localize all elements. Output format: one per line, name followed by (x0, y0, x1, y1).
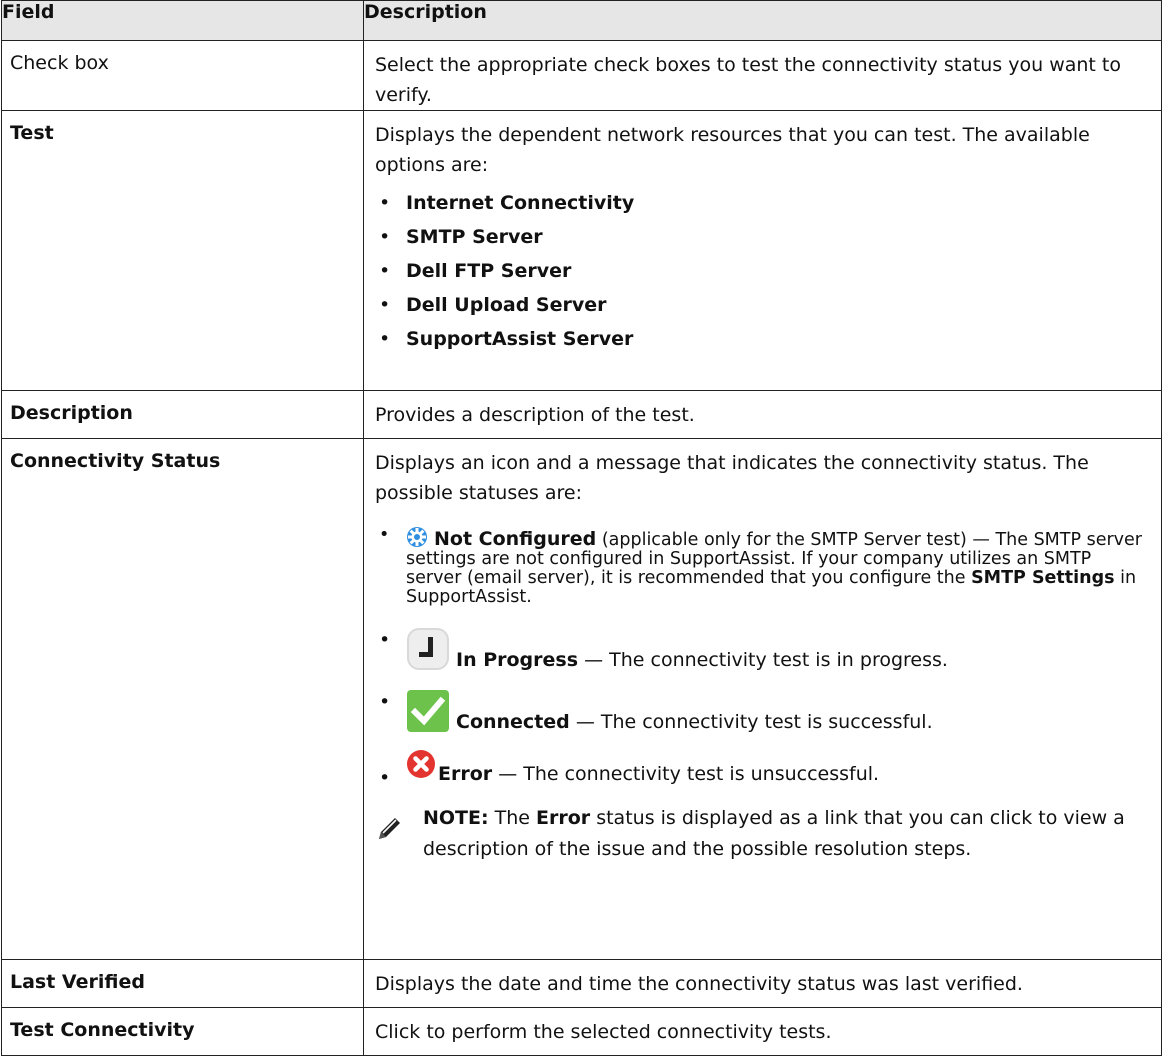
description-cell: Provides a description of the test. (363, 390, 1162, 439)
field-description-table: Field Description Check box Select the a… (1, 0, 1162, 1056)
status-label: Error (438, 763, 493, 785)
option-label: Internet Connectivity (406, 192, 635, 214)
note-text: NOTE: The Error status is displayed as a… (423, 803, 1151, 865)
list-item: • Dell FTP Server (379, 260, 572, 282)
status-label: In Progress (456, 649, 579, 671)
status-item-not-configured: • Not Configured (applicable only for th… (379, 525, 1142, 607)
status-label: Not Configured (434, 528, 597, 550)
table-row-test: Test Displays the dependent network reso… (1, 110, 1162, 391)
field-cell: Last Verified (1, 959, 364, 1008)
emphasis-text: Error (536, 807, 591, 829)
table-row-description: Description Provides a description of th… (1, 390, 1162, 439)
note-box: NOTE: The Error status is displayed as a… (375, 803, 1151, 871)
description-text: Displays an icon and a message that indi… (375, 452, 1089, 504)
description-text: Provides a description of the test. (375, 404, 695, 426)
description-text: Displays the dependent network resources… (375, 124, 1090, 176)
description-text: Select the appropriate check boxes to te… (375, 54, 1121, 106)
table-row-last-verified: Last Verified Displays the date and time… (1, 959, 1162, 1008)
status-item-connected: • Connected — The connectivity test is s… (379, 690, 933, 733)
list-item: • SupportAssist Server (379, 328, 634, 350)
option-label: SMTP Server (406, 226, 543, 248)
list-item: • SMTP Server (379, 226, 543, 248)
option-label: SupportAssist Server (406, 328, 634, 350)
description-cell: Select the appropriate check boxes to te… (363, 40, 1162, 111)
table-row-connectivity-status: Connectivity Status Displays an icon and… (1, 438, 1162, 960)
field-cell: Check box (1, 40, 364, 111)
status-label: Connected (456, 711, 570, 733)
list-item: • Dell Upload Server (379, 294, 607, 316)
checkmark-icon (407, 690, 449, 732)
status-text: — The connectivity test is in progress. (578, 649, 948, 671)
table-row-test-connectivity: Test Connectivity Click to perform the s… (1, 1007, 1162, 1056)
error-icon (407, 750, 435, 778)
clock-icon (407, 628, 449, 670)
description-text: Click to perform the selected connectivi… (375, 1021, 832, 1043)
header-description: Description (363, 0, 1162, 41)
status-list: • Not Configured (applicable only for th… (375, 520, 1151, 790)
status-item-in-progress: • In Progress — The connectivity test is… (379, 628, 948, 671)
note-prefix: NOTE: (423, 807, 489, 829)
option-label: Dell Upload Server (406, 294, 607, 316)
header-field: Field (1, 0, 364, 41)
status-text: — The connectivity test is successful. (569, 711, 933, 733)
emphasis-text: SMTP Settings (971, 568, 1115, 588)
note-body: The (488, 807, 537, 829)
test-options-list: • Internet Connectivity • SMTP Server • Del… (375, 186, 1151, 356)
description-cell: Displays an icon and a message that indi… (363, 438, 1162, 960)
table-row-checkbox: Check box Select the appropriate check b… (1, 40, 1162, 111)
description-cell: Displays the date and time the connectiv… (363, 959, 1162, 1008)
pencil-note-icon (379, 818, 400, 839)
gear-icon (407, 527, 427, 547)
description-cell: Click to perform the selected connectivi… (363, 1007, 1162, 1056)
field-cell: Connectivity Status (1, 438, 364, 960)
status-item-error: • Error — The connectivity test is unsuc… (375, 749, 1151, 789)
description-cell: Displays the dependent network resources… (363, 110, 1162, 391)
option-label: Dell FTP Server (406, 260, 572, 282)
list-item: • Internet Connectivity (379, 192, 635, 214)
table-header-row: Field Description (1, 0, 1162, 41)
description-text: Displays the date and time the connectiv… (375, 973, 1023, 995)
field-cell: Test (1, 110, 364, 391)
field-cell: Description (1, 390, 364, 439)
field-cell: Test Connectivity (1, 1007, 364, 1056)
status-text: — The connectivity test is unsuccessful. (492, 763, 880, 785)
